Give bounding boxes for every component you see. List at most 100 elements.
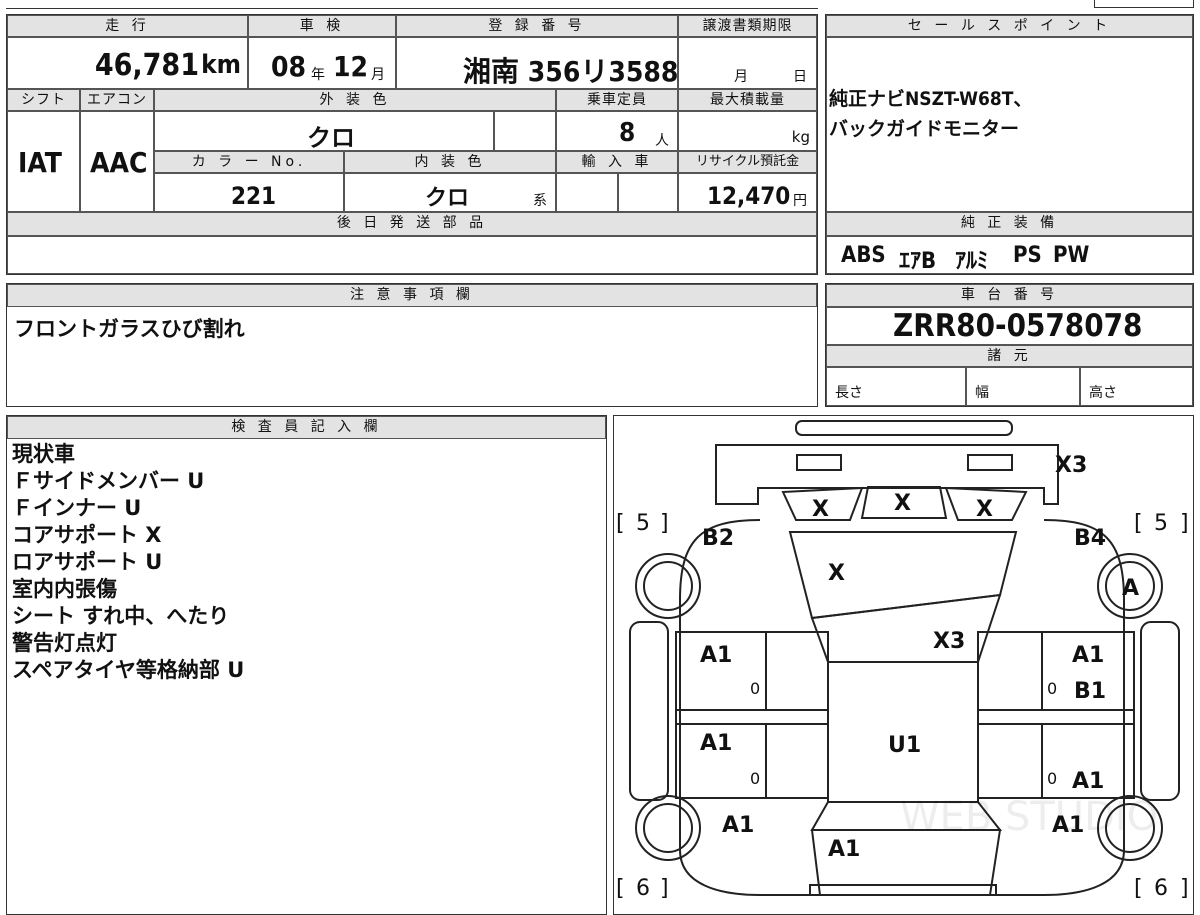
mark-bracket-br: 6 (1154, 876, 1168, 900)
top-right-remnant (1094, 0, 1194, 8)
mark-zero-4: 0 (1047, 769, 1057, 788)
bracket-open-bl: [ (616, 876, 625, 900)
inspection-month-suffix: 月 (371, 67, 385, 83)
transfer-deadline-label: 譲渡書類期限 (678, 15, 817, 37)
mark-hood-right: X3 (933, 629, 965, 654)
transfer-day: 日 (793, 69, 807, 85)
mark-bracket-bl: 6 (636, 876, 650, 900)
registration-cell: 湘南 356リ3588 (396, 37, 678, 89)
interior-suffix: 系 (533, 193, 547, 209)
mileage-label: 走 行 (7, 15, 248, 37)
interior-color-value: クロ (425, 186, 470, 211)
exterior-color-value: クロ (307, 124, 355, 152)
capacity-label: 乗車定員 (556, 89, 678, 111)
aircon-value: AAC (90, 146, 148, 179)
mark-zero-1: 0 (750, 679, 760, 698)
import-label: 輸 入 車 (556, 151, 678, 173)
inspection-year: 08 (271, 50, 307, 83)
bracket-close-tl: ] (660, 511, 669, 536)
interior-color-label: 内 装 色 (344, 151, 556, 173)
notes-value: フロントガラスひび割れ (14, 317, 245, 341)
mark-door-rl: A1 (700, 731, 732, 756)
mark-bracket-tr: 5 (1154, 511, 1168, 536)
exterior-color-extra-cell (494, 111, 556, 151)
inspector-line: Ｆインナー U (12, 496, 142, 520)
chassis-value: ZRR80-0578078 (893, 308, 1143, 344)
top-remnant (6, 0, 818, 9)
mark-zero-2: 0 (1047, 679, 1057, 698)
specs-length: 長さ (835, 385, 863, 401)
color-no-value: 221 (231, 182, 277, 210)
sales-point-line2: バックガイドモニター (829, 118, 1020, 140)
transfer-month: 月 (734, 69, 748, 85)
inspector-label: 検 査 員 記 入 欄 (7, 416, 606, 439)
bracket-close-br: ] (1180, 876, 1189, 900)
mark-door-fl: A1 (700, 643, 732, 668)
shift-label: シフト (7, 89, 80, 111)
mileage-value: 46,781 (94, 48, 199, 83)
chassis-cell: ZRR80-0578078 (826, 307, 1193, 345)
import-cell-b (618, 173, 678, 212)
car-diagram: X3 X X X B2 B4 X A X3 A1 A1 B1 A1 U1 A1 … (616, 420, 1189, 900)
inspection-month: 12 (333, 50, 369, 83)
equipment-ps: PS (1013, 243, 1042, 268)
max-load-cell: kg (678, 111, 817, 151)
mileage-cell: 46,781 km (7, 37, 248, 89)
mark-glass-right: X (976, 497, 993, 522)
bracket-close-bl: ] (660, 876, 669, 900)
chassis-label: 車 台 番 号 (826, 284, 1193, 307)
transfer-deadline-cell: 月 日 (678, 37, 817, 89)
bracket-close-tr: ] (1180, 511, 1189, 536)
mark-glass-left: X (812, 497, 829, 522)
specs-width-cell: 幅 (966, 367, 1080, 406)
inspector-line: 警告灯点灯 (12, 631, 117, 655)
sales-point-line1: 純正ナビNSZT-W68T、 (829, 88, 1033, 110)
sales-point-cell: 純正ナビNSZT-W68T、 バックガイドモニター (826, 37, 1193, 212)
inspector-line: ロアサポート U (12, 550, 163, 574)
specs-label: 諸 元 (826, 345, 1193, 367)
inspector-line: 室内内張傷 (12, 577, 117, 601)
specs-length-cell: 長さ (826, 367, 966, 406)
aircon-cell: AAC (80, 111, 154, 212)
bracket-open-tr: [ (1134, 511, 1143, 536)
max-load-label: 最大積載量 (678, 89, 817, 111)
later-parts-label: 後 日 発 送 部 品 (7, 212, 817, 236)
inspector-lines: 現状車 Ｆサイドメンバー U Ｆインナー U コアサポート X ロアサポート U… (12, 441, 244, 684)
notes-label: 注 意 事 項 欄 (7, 284, 817, 307)
mark-rear-l: A1 (722, 813, 754, 838)
bracket-open-tl: [ (616, 511, 625, 536)
mark-bracket-tl: 5 (636, 511, 650, 536)
mark-wheel-fr: A (1122, 576, 1139, 601)
color-no-label: カ ラ ー No. (154, 151, 344, 173)
max-load-unit: kg (791, 128, 810, 146)
import-cell-a (556, 173, 618, 212)
interior-color-cell: クロ 系 (344, 173, 556, 212)
shift-cell: IAT (7, 111, 80, 212)
capacity-unit: 人 (655, 133, 669, 149)
aircon-label: エアコン (80, 89, 154, 111)
inspection-label: 車 検 (248, 15, 396, 37)
exterior-color-label: 外 装 色 (154, 89, 556, 111)
inspector-line: シート すれ中、へたり (12, 604, 230, 628)
capacity-value: 8 (619, 118, 636, 148)
genuine-equipment-label: 純 正 装 備 (826, 212, 1193, 236)
inspector-line: 現状車 (12, 442, 75, 466)
mark-trunk: A1 (828, 837, 860, 862)
recycle-value: 12,470 (707, 182, 791, 210)
bracket-open-br: [ (1134, 876, 1143, 900)
inspection-year-suffix: 年 (311, 67, 325, 83)
shift-value: IAT (18, 146, 62, 179)
equipment-abs: ABS (841, 243, 886, 268)
later-parts-cell (7, 236, 817, 274)
recycle-unit: 円 (793, 193, 807, 209)
equipment-alloy: ｱﾙﾐ (955, 249, 989, 274)
specs-height-cell: 高さ (1080, 367, 1193, 406)
mark-door-fr-b: B1 (1074, 679, 1106, 704)
mark-door-rr: A1 (1072, 769, 1104, 794)
mark-windshield: X (828, 561, 845, 586)
mark-fender-fr: B4 (1074, 526, 1106, 551)
sales-point-label: セ ー ル ス ポ イ ン ト (826, 15, 1193, 37)
recycle-label: リサイクル預託金 (678, 151, 817, 173)
capacity-cell: 8 人 (556, 111, 678, 151)
registration-label: 登 録 番 号 (396, 15, 678, 37)
